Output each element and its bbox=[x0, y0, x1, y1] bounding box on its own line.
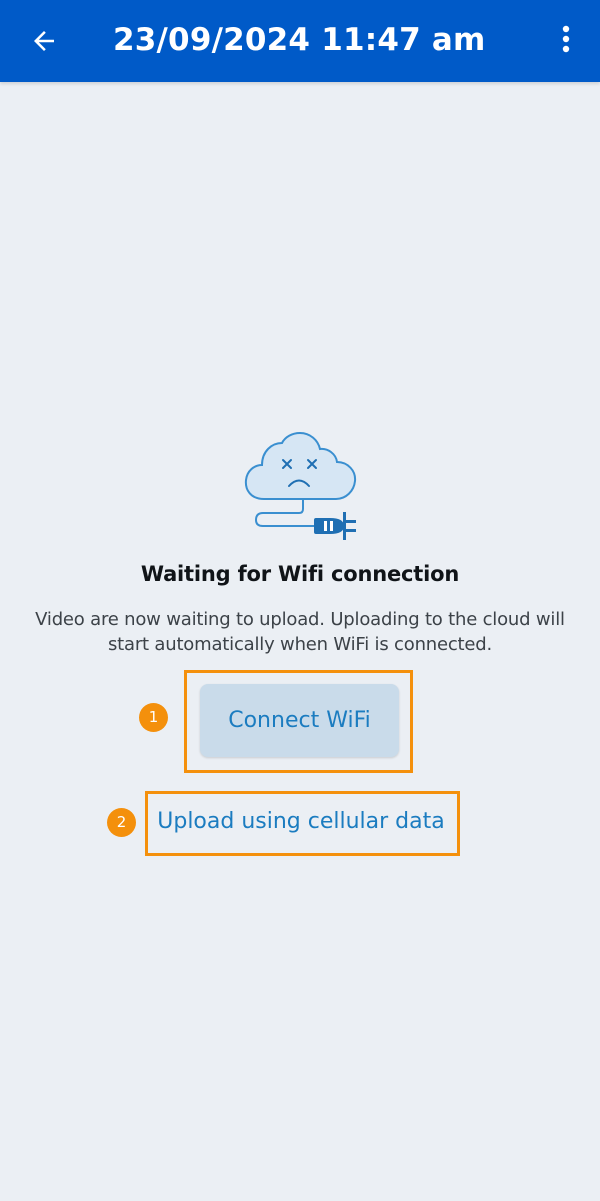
upload-cellular-link[interactable]: Upload using cellular data bbox=[150, 796, 452, 848]
status-description: Video are now waiting to upload. Uploadi… bbox=[35, 609, 565, 655]
page-title: 23/09/2024 11:47 am bbox=[113, 22, 486, 58]
more-vertical-icon bbox=[562, 25, 570, 53]
annotation-marker-1: 1 bbox=[139, 703, 168, 732]
status-heading: Waiting for Wifi connection bbox=[140, 562, 460, 586]
disconnected-cloud-icon bbox=[244, 431, 357, 540]
back-button[interactable] bbox=[22, 19, 66, 63]
overflow-menu-button[interactable] bbox=[546, 17, 586, 61]
connect-wifi-button[interactable]: Connect WiFi bbox=[200, 684, 399, 757]
annotation-marker-2: 2 bbox=[107, 808, 136, 837]
arrow-left-icon bbox=[34, 31, 54, 51]
app-bar: 23/09/2024 11:47 am bbox=[0, 0, 600, 82]
app-screen: 23/09/2024 11:47 am Waiting for Wifi con… bbox=[0, 0, 600, 1201]
